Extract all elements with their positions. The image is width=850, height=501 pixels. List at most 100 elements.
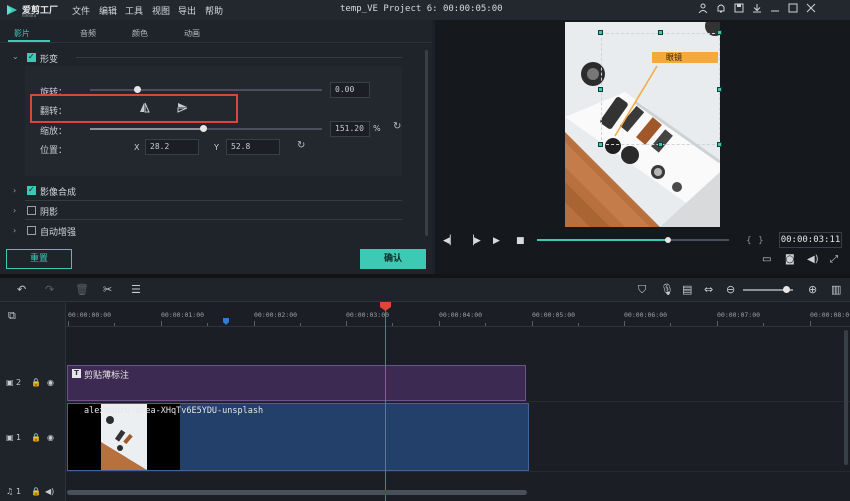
rotate-input[interactable]: 0.00 (330, 82, 370, 98)
marker-icon[interactable]: ⛉ (638, 283, 646, 297)
scale-slider-knob[interactable] (200, 125, 207, 132)
maximize-icon[interactable] (786, 3, 800, 17)
current-timecode: 00:00:03:11 (779, 232, 842, 248)
reset-button[interactable]: 重置 (6, 249, 72, 269)
mark-in-icon[interactable]: { (746, 236, 752, 246)
close-icon[interactable] (804, 3, 818, 17)
snapshot-icon[interactable]: ◙ (785, 254, 795, 265)
timeline-vertical-scrollbar[interactable] (844, 330, 848, 465)
menu-edit[interactable]: 编辑 (99, 4, 117, 17)
delete-icon[interactable]: 🗑 (75, 283, 89, 296)
resize-handle[interactable] (717, 30, 722, 35)
position-y-input[interactable]: 52.8 (226, 139, 280, 155)
text-clip[interactable]: T 剪贴薄标注 (67, 365, 526, 401)
tab-audio[interactable]: 音频 (80, 28, 96, 39)
fullscreen-icon[interactable]: ⤢ (830, 254, 838, 265)
tab-color[interactable]: 颜色 (132, 28, 148, 39)
account-icon[interactable] (696, 3, 710, 17)
mark-out-icon[interactable]: } (758, 236, 764, 246)
play-icon[interactable]: ▶ (493, 236, 500, 246)
add-track-icon[interactable]: ⧉ (8, 309, 16, 323)
position-reset-icon[interactable]: ↻ (297, 140, 305, 151)
caption-label[interactable]: 眼镜 (652, 52, 718, 63)
menu-view[interactable]: 视图 (152, 4, 170, 17)
ruler-tick (207, 323, 208, 326)
eye-icon[interactable]: ◉ (47, 378, 54, 387)
timeline-horizontal-scrollbar[interactable] (67, 490, 527, 495)
tab-video[interactable]: 影片 (14, 28, 30, 39)
notification-icon[interactable] (714, 3, 728, 17)
section-divider (25, 219, 402, 220)
transform-checkbox[interactable] (27, 52, 36, 62)
auto-enhance-checkbox[interactable] (27, 226, 36, 235)
flip-highlight-box (30, 94, 238, 123)
voiceover-icon[interactable]: ▤ (682, 283, 692, 296)
logo-icon (7, 5, 17, 15)
fit-icon[interactable]: ⇔ (704, 283, 713, 296)
resize-handle[interactable] (658, 30, 663, 35)
selection-box[interactable] (601, 33, 720, 145)
step-back-icon[interactable]: ◀▏ (443, 236, 457, 246)
lock-icon[interactable]: 🔒 (31, 378, 41, 387)
menu-tools[interactable]: 工具 (125, 4, 143, 17)
scale-slider-fill (90, 128, 204, 130)
scale-reset-icon[interactable]: ↻ (393, 121, 401, 132)
position-x-input[interactable]: 28.2 (145, 139, 199, 155)
menu-file[interactable]: 文件 (72, 4, 90, 17)
rotate-slider-track[interactable] (90, 89, 322, 91)
chevron-right-icon[interactable]: › (13, 206, 16, 215)
music-track-icon: ♫ (6, 487, 14, 496)
resize-handle[interactable] (658, 142, 663, 147)
ruler-tick (532, 321, 533, 326)
resize-handle[interactable] (717, 142, 722, 147)
zoom-slider-knob[interactable] (783, 286, 790, 293)
minimize-icon[interactable] (768, 3, 782, 17)
ok-button[interactable]: 确认 (360, 249, 426, 269)
layout-icon[interactable]: ▥ (831, 283, 841, 296)
save-icon[interactable] (732, 3, 746, 17)
zoom-out-icon[interactable]: ⊖ (726, 283, 735, 296)
resize-handle[interactable] (598, 87, 603, 92)
chevron-right-icon[interactable]: › (13, 226, 16, 235)
chevron-right-icon[interactable]: › (13, 186, 16, 195)
lock-icon[interactable]: 🔒 (31, 433, 41, 442)
video-clip[interactable]: alexandru-acea-XHqTv6E5YDU-unsplash (67, 403, 529, 471)
scale-input[interactable]: 151.20 (330, 121, 370, 137)
ruler-tick (810, 321, 811, 326)
undo-icon[interactable]: ↶ (17, 283, 26, 296)
chevron-down-icon[interactable]: ⌄ (12, 52, 19, 61)
rotate-slider-knob[interactable] (134, 86, 141, 93)
menu-export[interactable]: 导出 (178, 4, 196, 17)
ruler-label: 00:00:08:0 (810, 311, 850, 319)
split-icon[interactable]: ✂ (103, 283, 112, 296)
playhead-line[interactable] (385, 306, 386, 501)
stop-icon[interactable]: ■ (516, 236, 525, 246)
shadow-checkbox[interactable] (27, 206, 36, 215)
playhead-handle-icon[interactable] (380, 302, 391, 311)
frame-forward-icon[interactable]: ▕▶ (467, 236, 481, 246)
render-preview-icon[interactable]: ▭ (762, 254, 771, 265)
zoom-in-icon[interactable]: ⊕ (808, 283, 817, 296)
track-header-column (0, 303, 66, 501)
panel-scrollbar[interactable] (425, 50, 428, 236)
playback-knob[interactable] (665, 237, 671, 243)
speaker-icon[interactable]: ◀) (45, 487, 54, 496)
ruler-label: 00:00:06:00 (624, 311, 668, 319)
marker-pin-icon[interactable] (223, 318, 229, 325)
composite-checkbox[interactable] (27, 185, 36, 195)
eye-icon[interactable]: ◉ (47, 433, 54, 442)
volume-icon[interactable]: ◀) (807, 254, 819, 265)
resize-handle[interactable] (717, 87, 722, 92)
tab-animation[interactable]: 动画 (184, 28, 200, 39)
adjust-icon[interactable]: ☰ (131, 283, 141, 296)
resize-handle[interactable] (598, 142, 603, 147)
menu-help[interactable]: 帮助 (205, 4, 223, 17)
download-icon[interactable] (750, 3, 764, 17)
ruler-tick (485, 323, 486, 326)
ruler-tick (670, 323, 671, 326)
redo-icon[interactable]: ↷ (45, 283, 54, 296)
resize-handle[interactable] (598, 30, 603, 35)
lock-icon[interactable]: 🔒 (31, 487, 41, 496)
microphone-icon[interactable]: 🎙 (660, 283, 674, 296)
ruler-tick (300, 323, 301, 326)
